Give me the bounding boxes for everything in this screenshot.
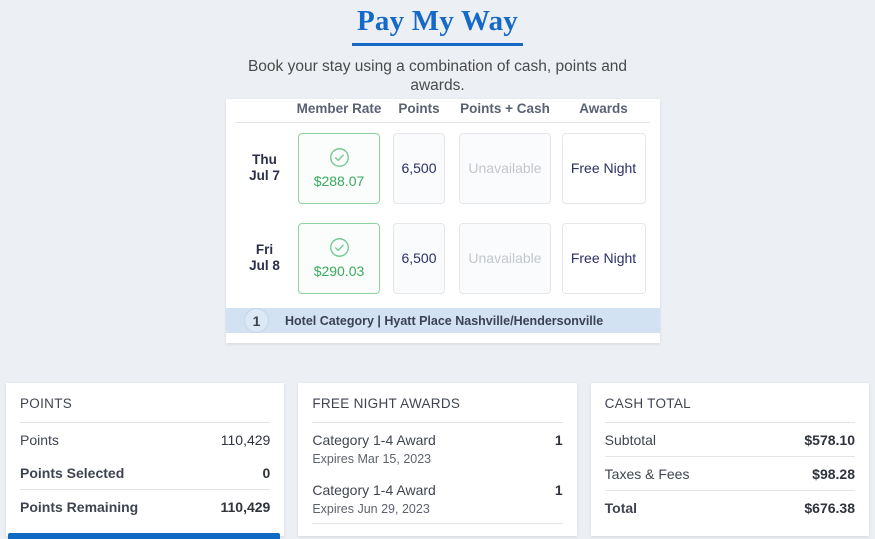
awards-label-jul-8: Free Night (570, 250, 637, 266)
points-value-jul-8: 6,500 (401, 250, 437, 266)
hotel-category-text: Hotel Category | Hyatt Place Nashville/H… (285, 313, 604, 328)
check-circle-icon (329, 147, 350, 168)
cell-member-rate-row-1: $290.03 (293, 222, 385, 294)
points-plus-cash-option-jul-8: Unavailable (459, 222, 551, 294)
list-item: Category 1-4 Award 1 Expires Mar 15, 202… (312, 423, 562, 473)
cell-points-row-1: 6,500 (385, 222, 453, 294)
cash-subtotal-value: $578.10 (804, 432, 855, 448)
points-row-remaining-label: Points Remaining (20, 499, 139, 515)
award-qty-1: 1 (554, 482, 563, 498)
row-day-label: Fri (255, 242, 274, 257)
points-option-jul-8[interactable]: 6,500 (393, 222, 445, 294)
check-circle-icon (329, 237, 350, 258)
column-header-awards: Awards (579, 101, 628, 116)
member-rate-option-jul-8[interactable]: $290.03 (298, 222, 380, 294)
table-row: Thu Jul 7 $288.07 6,500 Unavailable Free… (236, 123, 650, 213)
points-row-available-label: Points (20, 432, 59, 448)
row-date-thu-jul-7: Thu Jul 7 (236, 152, 293, 184)
member-rate-option-jul-7[interactable]: $288.07 (298, 132, 380, 204)
free-night-awards-panel: FREE NIGHT AWARDS Category 1-4 Award 1 E… (298, 383, 577, 536)
title-underline (352, 43, 523, 46)
award-qty-0: 1 (554, 432, 563, 448)
cash-total-label: Total (604, 500, 638, 516)
award-name-1: Category 1-4 Award (312, 482, 436, 498)
cash-taxes-label: Taxes & Fees (604, 466, 690, 482)
column-header-member-rate: Member Rate (296, 101, 382, 116)
award-row-1: Category 1-4 Award 1 (312, 482, 562, 498)
cell-awards-row-1: Free Night (557, 222, 650, 294)
points-row-selected-label: Points Selected (20, 465, 125, 481)
cell-awards-row-0: Free Night (557, 132, 650, 204)
rate-table-header-row: Member Rate Points Points + Cash Awards (236, 99, 650, 123)
points-option-jul-7[interactable]: 6,500 (393, 132, 445, 204)
award-name-0: Category 1-4 Award (312, 432, 436, 448)
cash-total-panel: CASH TOTAL Subtotal $578.10 Taxes & Fees… (590, 383, 869, 536)
hotel-category-badge: 1 (244, 308, 269, 333)
rate-selection-card: Member Rate Points Points + Cash Awards … (226, 99, 660, 343)
points-row-remaining: Points Remaining 110,429 (20, 490, 270, 523)
points-panel: POINTS Points 110,429 Points Selected 0 … (6, 383, 285, 536)
primary-cta-button[interactable] (8, 533, 280, 539)
member-rate-price-jul-8: $290.03 (313, 263, 365, 279)
page-title: Pay My Way (357, 5, 518, 37)
points-row-selected: Points Selected 0 (20, 456, 270, 489)
rate-card-bottom-spacer (226, 333, 660, 343)
page-subtitle: Book your stay using a combination of ca… (247, 58, 628, 94)
points-plus-cash-option-jul-7: Unavailable (459, 132, 551, 204)
row-day-label: Thu (252, 152, 277, 167)
summary-panels: POINTS Points 110,429 Points Selected 0 … (0, 383, 875, 536)
table-row: Fri Jul 8 $290.03 6,500 Unavailable Free… (236, 213, 650, 303)
cash-row-total: Total $676.38 (605, 491, 855, 524)
divider (312, 523, 563, 524)
row-date-label: Jul 7 (249, 168, 280, 183)
points-row-remaining-value: 110,429 (220, 499, 271, 515)
column-header-points-plus-cash: Points + Cash (460, 101, 550, 116)
cash-panel-title: CASH TOTAL (604, 396, 691, 411)
hotel-category-bar: 1 Hotel Category | Hyatt Place Nashville… (226, 308, 660, 333)
cell-member-rate-row-0: $288.07 (293, 132, 385, 204)
points-plus-cash-status-jul-8: Unavailable (468, 250, 542, 266)
awards-option-jul-8[interactable]: Free Night (561, 222, 646, 294)
points-plus-cash-status-jul-7: Unavailable (468, 160, 542, 176)
points-panel-title: POINTS (20, 396, 73, 411)
cash-row-subtotal: Subtotal $578.10 (605, 423, 855, 456)
award-expiry-0: Expires Mar 15, 2023 (312, 452, 432, 466)
cell-points-row-0: 6,500 (385, 132, 453, 204)
rate-table: Member Rate Points Points + Cash Awards … (226, 99, 660, 303)
points-row-selected-value: 0 (262, 465, 271, 481)
row-date-label: Jul 8 (249, 258, 280, 273)
cash-total-value: $676.38 (804, 500, 855, 516)
member-rate-price-jul-7: $288.07 (313, 173, 365, 189)
points-value-jul-7: 6,500 (401, 160, 437, 176)
page-header: Pay My Way Book your stay using a combin… (0, 0, 875, 95)
award-row-0: Category 1-4 Award 1 (312, 432, 562, 448)
cell-points-plus-cash-row-0: Unavailable (453, 132, 557, 204)
cash-taxes-value: $98.28 (812, 466, 855, 482)
awards-label-jul-7: Free Night (570, 160, 637, 176)
column-header-points: Points (398, 101, 440, 116)
cell-points-plus-cash-row-1: Unavailable (453, 222, 557, 294)
points-row-available-value: 110,429 (220, 432, 271, 448)
cash-row-taxes: Taxes & Fees $98.28 (605, 457, 855, 490)
awards-panel-title: FREE NIGHT AWARDS (312, 396, 461, 411)
list-item: Category 1-4 Award 1 Expires Jun 29, 202… (312, 473, 562, 523)
row-date-fri-jul-8: Fri Jul 8 (236, 242, 293, 274)
cash-subtotal-label: Subtotal (604, 432, 657, 448)
award-expiry-1: Expires Jun 29, 2023 (312, 502, 430, 516)
points-row-available: Points 110,429 (20, 423, 270, 456)
awards-option-jul-7[interactable]: Free Night (561, 132, 646, 204)
